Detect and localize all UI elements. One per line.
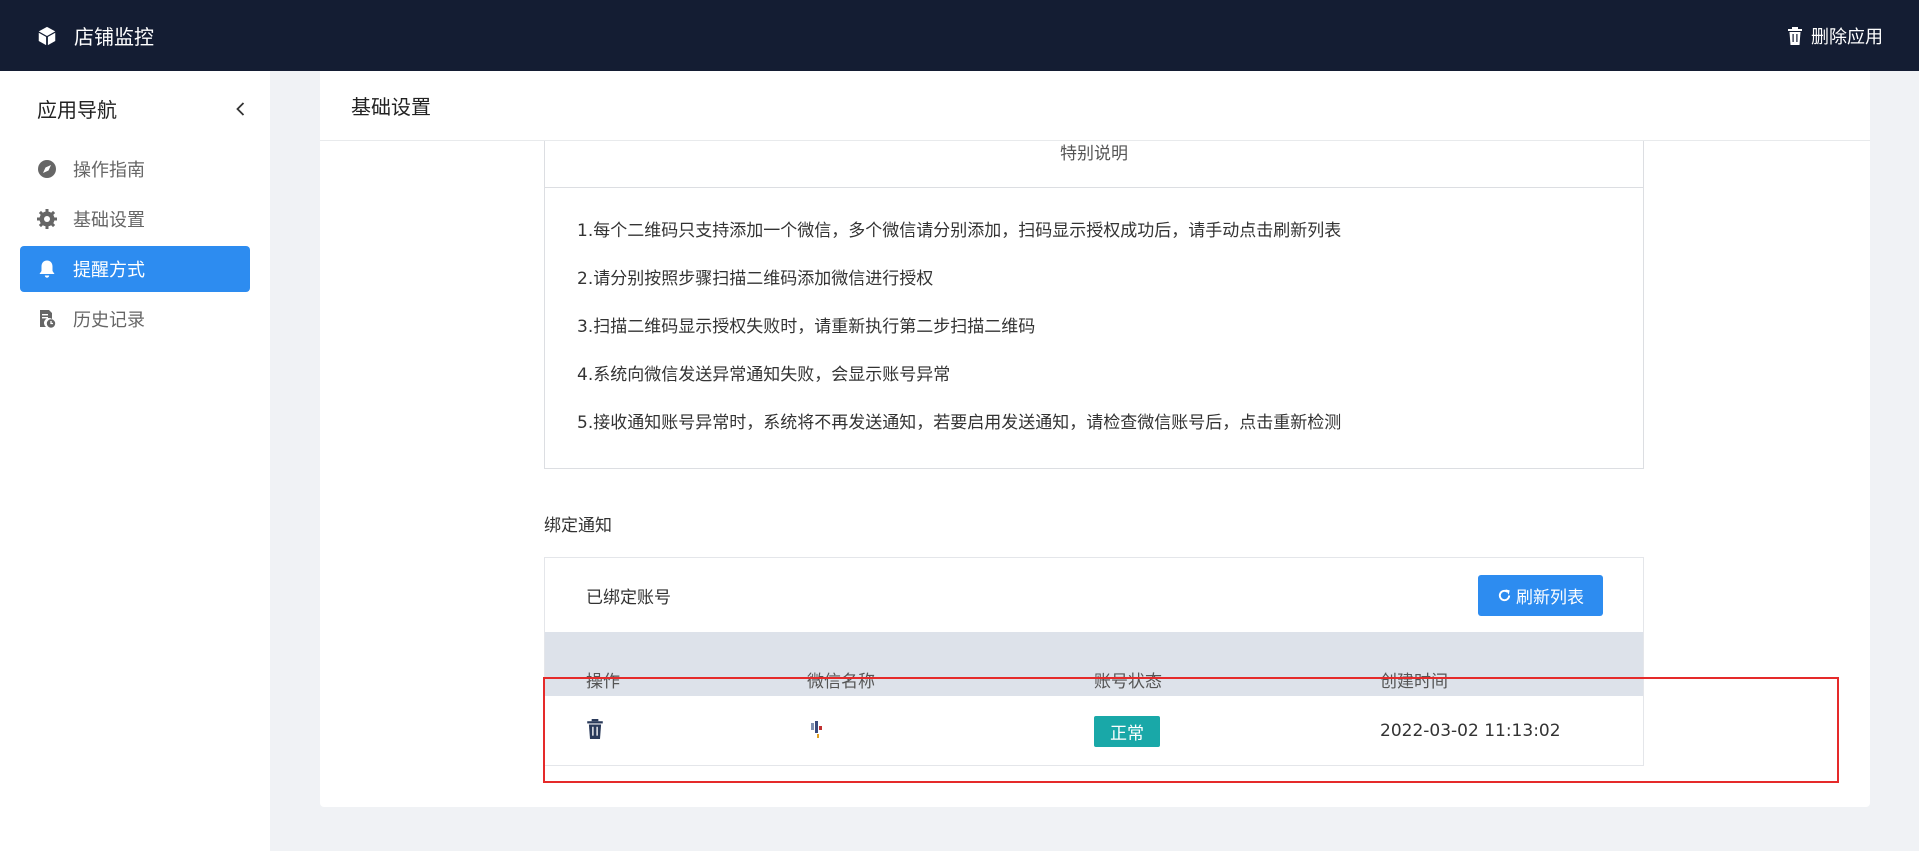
bound-accounts-box: 已绑定账号 刷新列表 操作 微信名称 账号状态 创建时间 正常 2022-03-… <box>544 557 1644 766</box>
delete-app-label: 删除应用 <box>1811 26 1883 48</box>
bind-section-title: 绑定通知 <box>544 516 612 536</box>
chevron-left-icon[interactable] <box>232 100 250 118</box>
sidebar-item-label: 提醒方式 <box>73 260 145 281</box>
row-status-cell: 正常 <box>1094 715 1380 747</box>
cube-icon <box>38 26 56 45</box>
app-name: 店铺监控 <box>74 25 154 49</box>
bell-icon <box>39 260 55 278</box>
row-action-cell <box>545 718 807 744</box>
trash-icon <box>1788 26 1802 45</box>
notice-line: 3.扫描二维码显示授权失败时，请重新执行第二步扫描二维码 <box>577 317 1036 337</box>
main-panel: 基础设置 特别说明 1.每个二维码只支持添加一个微信，多个微信请分别添加，扫码显… <box>320 71 1870 807</box>
notice-title: 特别说明 <box>545 141 1643 188</box>
table-header: 操作 微信名称 账号状态 创建时间 <box>545 632 1643 696</box>
refresh-list-button[interactable]: 刷新列表 <box>1478 574 1603 616</box>
brand: 店铺监控 <box>36 21 154 50</box>
notice-box: 特别说明 1.每个二维码只支持添加一个微信，多个微信请分别添加，扫码显示授权成功… <box>544 141 1644 469</box>
notice-line: 4.系统向微信发送异常通知失败，会显示账号异常 <box>577 365 951 385</box>
refresh-list-label: 刷新列表 <box>1516 587 1584 608</box>
status-badge: 正常 <box>1094 715 1160 747</box>
wechat-avatar-icon <box>811 720 822 738</box>
column-header-status: 账号状态 <box>1094 672 1162 692</box>
sidebar-item-reminder[interactable]: 提醒方式 <box>20 246 250 292</box>
gear-icon <box>37 209 57 229</box>
delete-app-button[interactable]: 删除应用 <box>1787 23 1883 49</box>
table-row: 正常 2022-03-02 11:13:02 <box>545 696 1643 766</box>
page-title: 基础设置 <box>320 71 1870 141</box>
notice-line: 5.接收通知账号异常时，系统将不再发送通知，若要启用发送通知，请检查微信账号后，… <box>577 413 1342 433</box>
sidebar-item-guide[interactable]: 操作指南 <box>20 146 250 192</box>
sidebar-item-settings[interactable]: 基础设置 <box>20 196 250 242</box>
sidebar: 应用导航 操作指南 基础设置 提醒方式 历史记录 <box>0 71 270 851</box>
history-doc-icon <box>40 310 56 328</box>
refresh-icon <box>1498 588 1511 601</box>
column-header-action: 操作 <box>586 672 620 692</box>
delete-row-trash-icon[interactable] <box>586 718 604 739</box>
sidebar-title: 应用导航 <box>37 98 117 122</box>
navigation-icon <box>38 160 56 178</box>
row-created-cell: 2022-03-02 11:13:02 <box>1380 721 1561 741</box>
column-header-wechat-name: 微信名称 <box>807 672 875 692</box>
sidebar-item-label: 历史记录 <box>73 310 145 331</box>
top-bar: 店铺监控 删除应用 <box>0 0 1919 71</box>
notice-line: 1.每个二维码只支持添加一个微信，多个微信请分别添加，扫码显示授权成功后，请手动… <box>577 221 1342 241</box>
sidebar-item-label: 操作指南 <box>73 160 145 181</box>
row-wechat-name-cell <box>807 717 1094 746</box>
column-header-created: 创建时间 <box>1380 672 1448 692</box>
notice-line: 2.请分别按照步骤扫描二维码添加微信进行授权 <box>577 269 934 289</box>
sidebar-item-history[interactable]: 历史记录 <box>20 296 250 342</box>
notice-body: 1.每个二维码只支持添加一个微信，多个微信请分别添加，扫码显示授权成功后，请手动… <box>545 188 1643 458</box>
sidebar-item-label: 基础设置 <box>73 210 145 231</box>
bound-accounts-label: 已绑定账号 <box>586 587 671 608</box>
bound-accounts-toolbar: 已绑定账号 刷新列表 <box>545 558 1643 632</box>
sidebar-header: 应用导航 <box>0 71 270 146</box>
